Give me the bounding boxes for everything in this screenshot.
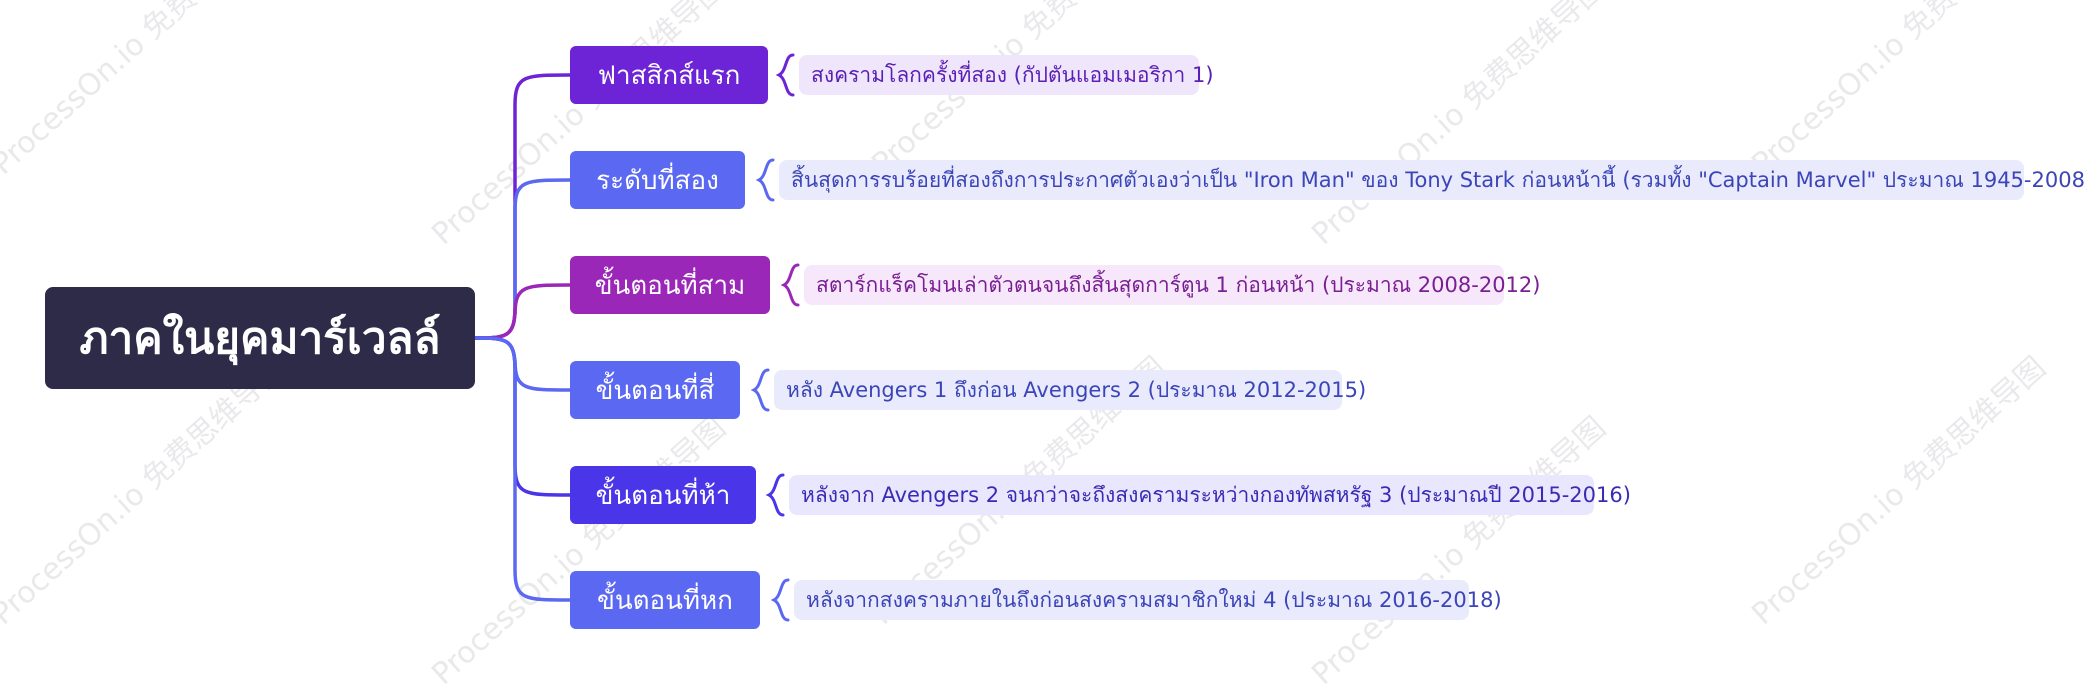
note-bracket-2: [755, 158, 775, 202]
topic-label: ขั้นตอนที่สี่: [595, 375, 715, 406]
topic-node-2[interactable]: ระดับที่สอง: [570, 151, 745, 209]
topic-node-5[interactable]: ขั้นตอนที่ห้า: [570, 466, 756, 524]
topic-note-text: สิ้นสุดการรบร้อยที่สองถึงการประกาศตัวเอง…: [791, 167, 2087, 192]
topic-label: ขั้นตอนที่หก: [597, 585, 733, 616]
topic-note-1[interactable]: สงครามโลกครั้งที่สอง (กัปตันแอมเมอริกา 1…: [799, 55, 1214, 95]
branch-connector-5: [473, 336, 572, 497]
topic-label: ฟาสสิกส์แรก: [597, 60, 741, 91]
topic-note-2[interactable]: สิ้นสุดการรบร้อยที่สองถึงการประกาศตัวเอง…: [779, 160, 2087, 200]
note-bracket-4: [750, 368, 770, 412]
topic-label: ระดับที่สอง: [596, 165, 719, 196]
topic-node-6[interactable]: ขั้นตอนที่หก: [570, 571, 760, 629]
topic-note-text: สตาร์กแร็คโมนเล่าตัวตนจนถึงสิ้นสุดการ์ตู…: [816, 272, 1541, 297]
topic-note-4[interactable]: หลัง Avengers 1 ถึงก่อน Avengers 2 (ประม…: [774, 370, 1366, 410]
topic-note-text: สงครามโลกครั้งที่สอง (กัปตันแอมเมอริกา 1…: [811, 62, 1214, 87]
note-bracket-3: [780, 263, 800, 307]
topic-node-3[interactable]: ขั้นตอนที่สาม: [570, 256, 770, 314]
topic-note-text: หลังจากสงครามภายในถึงก่อนสงครามสมาชิกใหม…: [806, 587, 1502, 612]
branch-connector-4: [473, 336, 572, 392]
topic-label: ขั้นตอนที่ห้า: [595, 480, 731, 511]
branch-connector-2: [473, 178, 572, 340]
topic-note-text: หลังจาก Avengers 2 จนกว่าจะถึงสงครามระหว…: [801, 482, 1631, 507]
root-topic[interactable]: ภาคในยุคมาร์เวลล์: [45, 287, 475, 389]
topic-label: ขั้นตอนที่สาม: [594, 270, 746, 301]
branch-connector-3: [473, 283, 572, 340]
note-bracket-5: [765, 473, 785, 517]
note-bracket-6: [770, 578, 790, 622]
root-topic-label: ภาคในยุคมาร์เวลล์: [79, 313, 441, 364]
topic-note-5[interactable]: หลังจาก Avengers 2 จนกว่าจะถึงสงครามระหว…: [789, 475, 1631, 515]
branch-connector-1: [473, 73, 572, 340]
topic-note-6[interactable]: หลังจากสงครามภายในถึงก่อนสงครามสมาชิกใหม…: [794, 580, 1502, 620]
topic-node-1[interactable]: ฟาสสิกส์แรก: [570, 46, 768, 104]
note-bracket-1: [775, 53, 795, 97]
branch-connector-6: [473, 336, 572, 602]
topic-node-4[interactable]: ขั้นตอนที่สี่: [570, 361, 740, 419]
topic-note-text: หลัง Avengers 1 ถึงก่อน Avengers 2 (ประม…: [786, 377, 1367, 402]
topic-note-3[interactable]: สตาร์กแร็คโมนเล่าตัวตนจนถึงสิ้นสุดการ์ตู…: [804, 265, 1540, 305]
mind-map-canvas: ProcessOn.io 免费思维导图 ProcessOn.io 免费思维导图 Pr…: [0, 0, 2087, 692]
